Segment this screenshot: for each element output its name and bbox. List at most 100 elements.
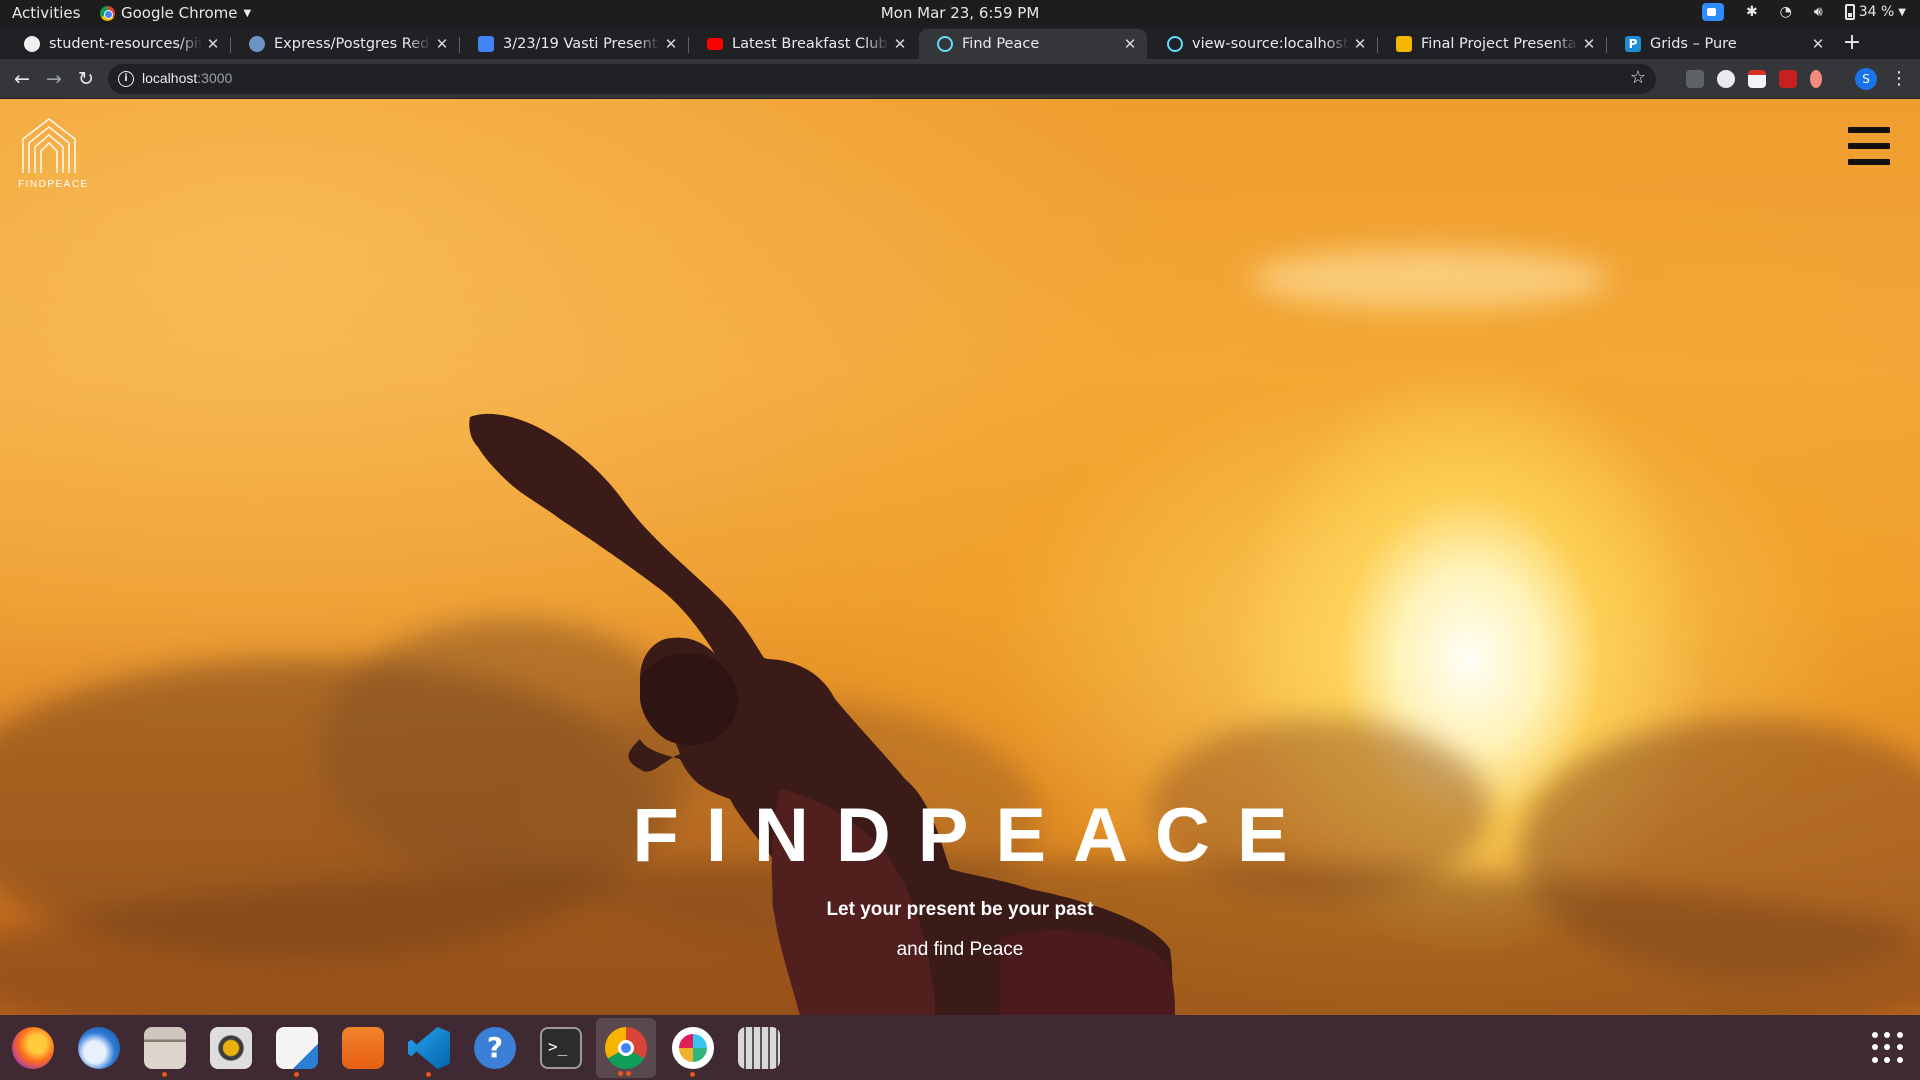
- tab-final-project[interactable]: Final Project Presentation ✕: [1378, 29, 1607, 59]
- running-indicator: [162, 1072, 167, 1077]
- react-icon: [937, 36, 953, 52]
- running-indicator: [626, 1071, 631, 1076]
- close-icon[interactable]: ✕: [1119, 35, 1141, 53]
- close-icon[interactable]: ✕: [660, 35, 682, 53]
- postgres-icon: [249, 36, 265, 52]
- app-menu-label: Google Chrome: [121, 4, 238, 22]
- youtube-icon: [707, 38, 723, 50]
- hero-subtitle: and find Peace: [896, 939, 1024, 960]
- menu-kebab-icon[interactable]: ⋮: [1890, 67, 1908, 91]
- dock-software[interactable]: [340, 1025, 386, 1071]
- bookmark-star-icon[interactable]: ☆: [1630, 67, 1646, 88]
- running-indicator: [690, 1072, 695, 1077]
- url-host: localhost: [142, 70, 198, 86]
- url-port: :3000: [197, 70, 233, 86]
- tab-view-source[interactable]: view-source:localhost:3000 ✕: [1149, 29, 1378, 59]
- profile-avatar[interactable]: S: [1855, 68, 1877, 90]
- slack-tray-icon[interactable]: ✱: [1746, 4, 1758, 20]
- show-applications-icon[interactable]: [1872, 1032, 1904, 1064]
- hero-title: FINDPEACE: [632, 793, 1315, 878]
- close-icon[interactable]: ✕: [889, 35, 911, 53]
- tab-vasti-presentation[interactable]: 3/23/19 Vasti Presentation ✕: [460, 29, 689, 59]
- findpeace-logo[interactable]: FINDPEACE: [18, 115, 89, 190]
- google-docs-icon: [478, 36, 494, 52]
- close-icon[interactable]: ✕: [1349, 35, 1371, 53]
- running-indicator: [618, 1071, 623, 1076]
- files-icon: [144, 1027, 186, 1069]
- software-center-icon: [342, 1027, 384, 1069]
- url-text[interactable]: localhost:3000: [142, 70, 232, 86]
- tab-title: Final Project Presentation: [1421, 36, 1578, 52]
- running-indicator: [426, 1072, 431, 1077]
- address-bar[interactable]: i localhost:3000 ☆: [108, 64, 1656, 94]
- tab-find-peace[interactable]: Find Peace ✕: [919, 29, 1147, 59]
- zoom-icon[interactable]: [1701, 3, 1724, 21]
- tab-student-resources[interactable]: student-resources/pitch ✕: [6, 29, 231, 59]
- system-tray[interactable]: ✱ ◔ 🔊︎ 34 % ▼: [1701, 3, 1906, 21]
- wifi-icon[interactable]: ◔: [1780, 4, 1792, 20]
- activities-button[interactable]: Activities: [12, 4, 80, 22]
- github-icon: [24, 36, 40, 52]
- help-icon: ?: [474, 1027, 516, 1069]
- vscode-icon: [408, 1027, 450, 1069]
- close-icon[interactable]: ✕: [431, 35, 453, 53]
- extension-red-icon[interactable]: [1779, 70, 1797, 88]
- dock-mixer[interactable]: [736, 1025, 782, 1071]
- close-icon[interactable]: ✕: [1807, 35, 1829, 53]
- thunderbird-icon: [78, 1027, 120, 1069]
- hero-tagline: Let your present be your past: [826, 899, 1094, 920]
- clock[interactable]: Mon Mar 23, 6:59 PM: [0, 4, 1920, 22]
- logo-text: FINDPEACE: [18, 179, 89, 190]
- tab-strip: student-resources/pitch ✕ Express/Postgr…: [0, 27, 1920, 59]
- browser-toolbar: ← → ↻ i localhost:3000 ☆ S ⋮: [0, 59, 1920, 99]
- extension-circle-icon[interactable]: [1717, 70, 1735, 88]
- caret-down-icon: ▼: [243, 7, 252, 19]
- battery-indicator[interactable]: 34 % ▼: [1844, 4, 1906, 20]
- tab-express-postgres[interactable]: Express/Postgres Reddit ✕: [231, 29, 460, 59]
- chrome-center: [618, 1040, 634, 1056]
- tab-title: student-resources/pitch: [49, 36, 202, 52]
- app-menu[interactable]: Google Chrome ▼: [100, 4, 251, 22]
- ubuntu-dock: ? >_: [0, 1015, 1920, 1080]
- rhythmbox-icon: [210, 1027, 252, 1069]
- volume-icon[interactable]: 🔊︎: [1814, 4, 1823, 20]
- caret-down-icon: ▼: [1898, 6, 1906, 18]
- system-top-bar: Activities Google Chrome ▼ Mon Mar 23, 6…: [0, 0, 1920, 27]
- extension-pen-icon[interactable]: [1686, 70, 1704, 88]
- forward-icon[interactable]: →: [42, 67, 66, 91]
- dock-chrome[interactable]: [596, 1018, 656, 1078]
- terminal-icon: >_: [540, 1027, 582, 1069]
- back-icon[interactable]: ←: [10, 67, 34, 91]
- battery-icon: [1844, 4, 1855, 20]
- close-icon[interactable]: ✕: [1578, 35, 1600, 53]
- tab-grids-pure[interactable]: P Grids – Pure ✕: [1607, 29, 1835, 59]
- tab-title: Grids – Pure: [1650, 36, 1737, 52]
- extension-pin-icon[interactable]: [1810, 70, 1822, 88]
- dock-writer[interactable]: [274, 1025, 320, 1077]
- hamburger-menu-icon[interactable]: [1848, 127, 1890, 165]
- pure-icon: P: [1625, 36, 1641, 52]
- tab-breakfast-club[interactable]: Latest Breakfast Club Interview ✕: [689, 29, 917, 59]
- running-indicator: [294, 1072, 299, 1077]
- tab-title: Express/Postgres Reddit: [274, 36, 431, 52]
- new-tab-button[interactable]: +: [1838, 30, 1866, 56]
- react-icon: [1167, 36, 1183, 52]
- firefox-icon: [12, 1027, 54, 1069]
- dock-files[interactable]: [142, 1025, 188, 1077]
- temple-logo-icon: [22, 118, 76, 173]
- slack-icon: [672, 1027, 714, 1069]
- tab-title: view-source:localhost:3000: [1192, 36, 1349, 52]
- site-info-icon[interactable]: i: [118, 71, 134, 87]
- tab-title: Latest Breakfast Club Interview: [732, 36, 889, 52]
- dock-vscode[interactable]: [406, 1025, 452, 1077]
- chrome-icon: [100, 5, 115, 21]
- close-icon[interactable]: ✕: [202, 35, 224, 53]
- dock-thunderbird[interactable]: [76, 1025, 122, 1071]
- extension-calendar-icon[interactable]: [1748, 70, 1766, 88]
- dock-slack[interactable]: [670, 1025, 716, 1077]
- dock-terminal[interactable]: >_: [538, 1025, 584, 1071]
- dock-firefox[interactable]: [10, 1025, 56, 1071]
- dock-help[interactable]: ?: [472, 1025, 518, 1071]
- dock-rhythmbox[interactable]: [208, 1025, 254, 1071]
- reload-icon[interactable]: ↻: [74, 67, 98, 91]
